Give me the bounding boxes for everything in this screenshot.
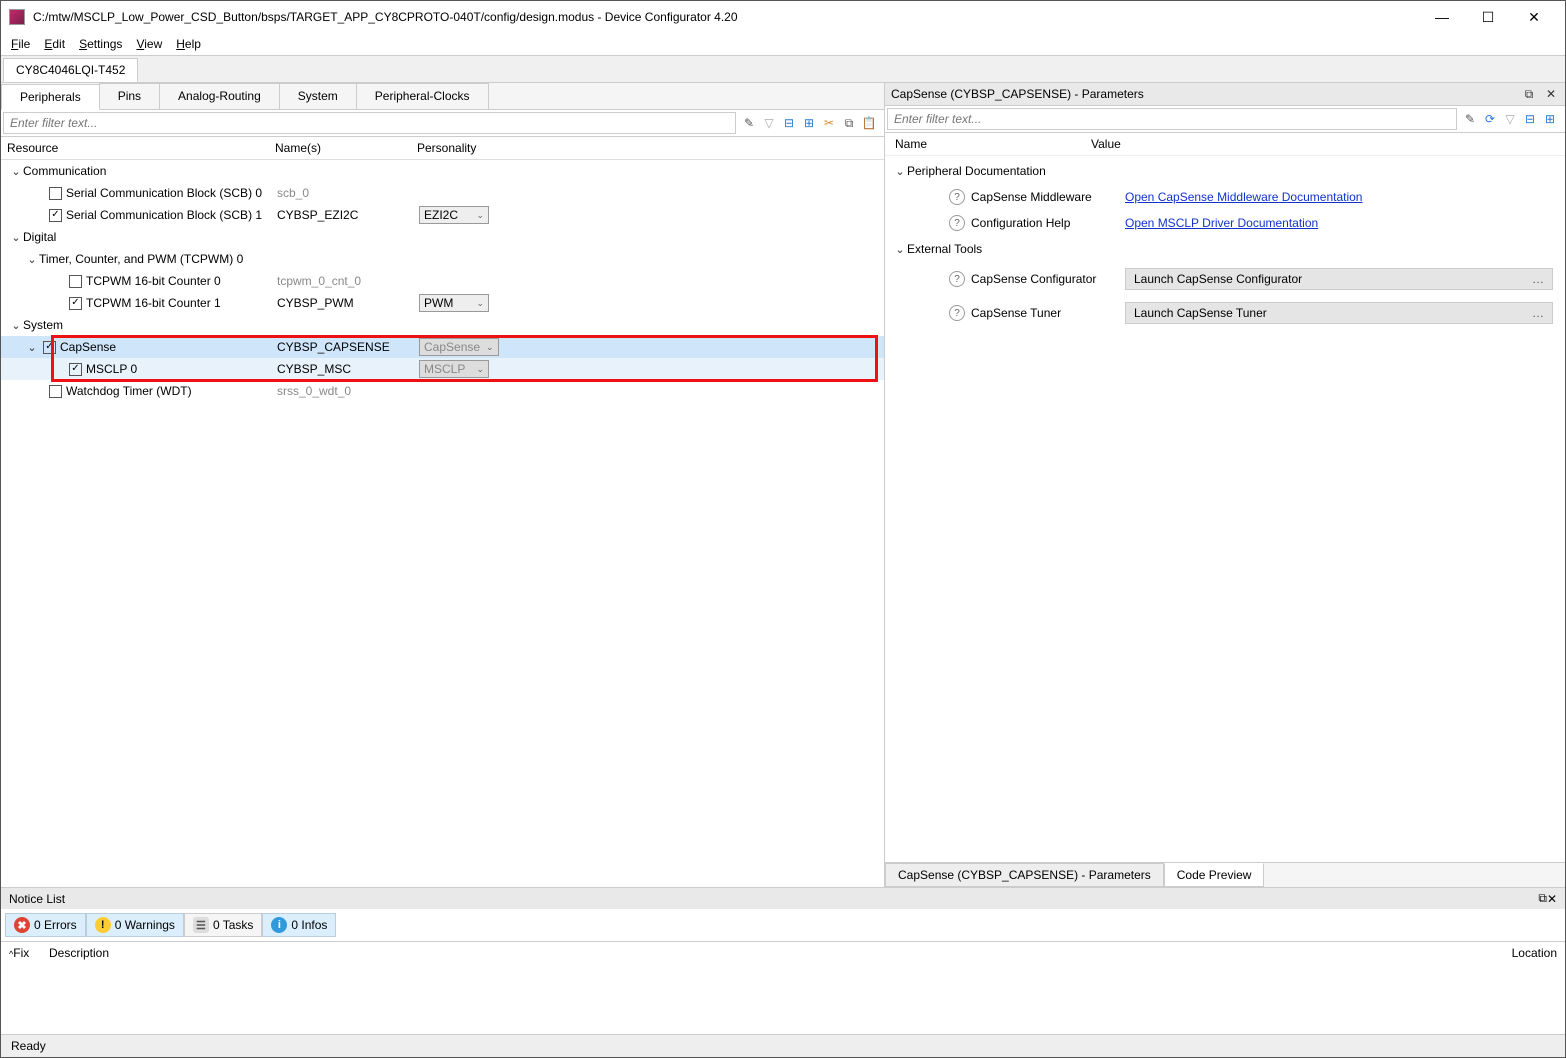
col-location: Location [1512,946,1557,960]
collapse-icon-r[interactable]: ⊟ [1521,110,1539,128]
left-pane: Peripherals Pins Analog-Routing System P… [1,83,885,887]
collapse-icon[interactable]: ⊟ [780,114,798,132]
maximize-button[interactable]: ☐ [1465,1,1511,33]
row-tcpwm1[interactable]: TCPWM 16-bit Counter 1 CYBSP_PWM PWM⌄ [1,292,884,314]
menu-settings[interactable]: Settings [79,37,122,51]
checkbox-scb1[interactable] [49,209,62,222]
menu-view[interactable]: View [136,37,162,51]
filter-infos[interactable]: i0 Infos [262,913,336,937]
row-configurator: ? CapSense Configurator Launch CapSense … [885,262,1565,296]
group-communication[interactable]: Communication [1,160,884,182]
params-title: CapSense (CYBSP_CAPSENSE) - Parameters [891,87,1515,101]
pcol-value: Value [1091,137,1121,151]
row-wdt[interactable]: Watchdog Timer (WDT) srss_0_wdt_0 [1,380,884,402]
menu-edit[interactable]: Edit [44,37,65,51]
menu-file[interactable]: File [11,37,30,51]
tab-analog-routing[interactable]: Analog-Routing [159,83,280,109]
tab-parameters[interactable]: CapSense (CYBSP_CAPSENSE) - Parameters [885,863,1164,887]
device-tab-row: CY8C4046LQI-T452 [1,55,1565,83]
notice-panel: Notice List ⧉ ✕ ✖0 Errors !0 Warnings ☰0… [1,887,1565,1034]
row-scb0[interactable]: Serial Communication Block (SCB) 0 scb_0 [1,182,884,204]
filter-input[interactable] [3,112,736,134]
help-icon[interactable]: ? [949,271,965,287]
tab-peripheral-clocks[interactable]: Peripheral-Clocks [356,83,489,109]
cut-icon[interactable]: ✂ [820,114,838,132]
right-pane: CapSense (CYBSP_CAPSENSE) - Parameters ⧉… [885,83,1565,887]
filter-errors[interactable]: ✖0 Errors [5,913,86,937]
help-icon[interactable]: ? [949,305,965,321]
checkbox-tcpwm1[interactable] [69,297,82,310]
tab-system[interactable]: System [279,83,357,109]
filter-tasks[interactable]: ☰0 Tasks [184,913,262,937]
notice-body [1,964,1565,1034]
resource-tree: Communication Serial Communication Block… [1,160,884,887]
help-icon[interactable]: ? [949,215,965,231]
close-button[interactable]: ✕ [1511,1,1557,33]
tab-peripherals[interactable]: Peripherals [1,84,100,110]
col-description: Description [49,946,1512,960]
checkbox-wdt[interactable] [49,385,62,398]
row-config-help: ? Configuration Help Open MSCLP Driver D… [885,210,1565,236]
close-notice-icon[interactable]: ✕ [1547,892,1557,906]
config-tabs: Peripherals Pins Analog-Routing System P… [1,83,884,110]
menubar: File Edit Settings View Help [1,33,1565,55]
personality-msclp: MSCLP⌄ [419,360,489,378]
refresh-icon[interactable]: ⟳ [1481,110,1499,128]
launch-configurator-button[interactable]: Launch CapSense Configurator… [1125,268,1553,290]
link-middleware-doc[interactable]: Open CapSense Middleware Documentation [1125,190,1362,204]
copy-icon[interactable]: ⧉ [840,114,858,132]
menu-help[interactable]: Help [176,37,201,51]
checkbox-scb0[interactable] [49,187,62,200]
checkbox-tcpwm0[interactable] [69,275,82,288]
col-names: Name(s) [275,141,417,155]
row-tuner: ? CapSense Tuner Launch CapSense Tuner… [885,296,1565,330]
link-driver-doc[interactable]: Open MSCLP Driver Documentation [1125,216,1318,230]
personality-capsense: CapSense⌄ [419,338,499,356]
device-tab[interactable]: CY8C4046LQI-T452 [3,58,138,82]
row-tcpwm0[interactable]: TCPWM 16-bit Counter 0 tcpwm_0_cnt_0 [1,270,884,292]
tab-pins[interactable]: Pins [99,83,160,109]
filter-warnings[interactable]: !0 Warnings [86,913,184,937]
filter-icon[interactable]: ▽ [760,114,778,132]
params-body: Peripheral Documentation ? CapSense Midd… [885,156,1565,862]
launch-tuner-button[interactable]: Launch CapSense Tuner… [1125,302,1553,324]
group-system[interactable]: System [1,314,884,336]
row-middleware: ? CapSense Middleware Open CapSense Midd… [885,184,1565,210]
help-icon[interactable]: ? [949,189,965,205]
app-icon [9,9,25,25]
col-personality: Personality [417,141,476,155]
tab-code-preview[interactable]: Code Preview [1164,863,1265,887]
row-scb1[interactable]: Serial Communication Block (SCB) 1 CYBSP… [1,204,884,226]
pcol-name: Name [895,137,1091,151]
undock-icon[interactable]: ⧉ [1521,86,1537,102]
titlebar: C:/mtw/MSCLP_Low_Power_CSD_Button/bsps/T… [1,1,1565,33]
notice-title: Notice List [9,892,1538,906]
clear-filter-icon[interactable]: ✎ [740,114,758,132]
col-resource: Resource [7,141,275,155]
group-digital[interactable]: Digital [1,226,884,248]
window-title: C:/mtw/MSCLP_Low_Power_CSD_Button/bsps/T… [33,10,1419,24]
filter-icon-r[interactable]: ▽ [1501,110,1519,128]
group-tcpwm[interactable]: Timer, Counter, and PWM (TCPWM) 0 [1,248,884,270]
minimize-button[interactable]: — [1419,1,1465,33]
paste-icon[interactable]: 📋 [860,114,878,132]
group-documentation[interactable]: Peripheral Documentation [885,158,1565,184]
expand-icon-r[interactable]: ⊞ [1541,110,1559,128]
close-panel-icon[interactable]: ✕ [1543,86,1559,102]
clear-filter-icon-r[interactable]: ✎ [1461,110,1479,128]
personality-scb1[interactable]: EZI2C⌄ [419,206,489,224]
undock-notice-icon[interactable]: ⧉ [1538,891,1547,906]
group-external-tools[interactable]: External Tools [885,236,1565,262]
statusbar: Ready [1,1034,1565,1057]
params-filter-input[interactable] [887,108,1457,130]
personality-tcpwm1[interactable]: PWM⌄ [419,294,489,312]
col-fix: ^Fix [9,946,49,960]
expand-icon[interactable]: ⊞ [800,114,818,132]
